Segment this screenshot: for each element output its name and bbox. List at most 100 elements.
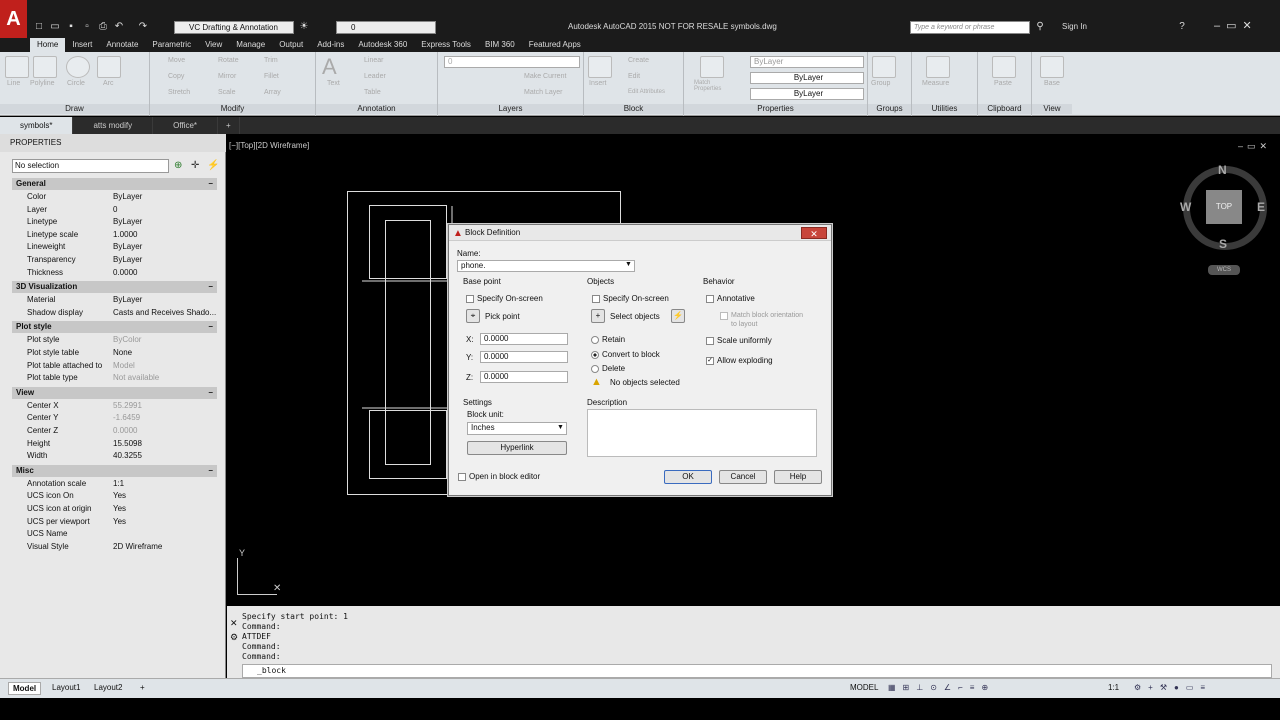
model-space-button[interactable]: MODEL (846, 682, 882, 693)
block-unit-select[interactable]: Inches (467, 422, 567, 435)
property-row[interactable]: UCS Name (12, 528, 217, 540)
match-properties-icon[interactable] (700, 56, 724, 78)
annotation-scale[interactable]: 1:1 (1104, 682, 1123, 693)
group-button[interactable]: Group (871, 80, 890, 87)
viewport-controls-label[interactable]: [−][Top][2D Wireframe] (229, 141, 309, 150)
search-input[interactable]: Type a keyword or phrase (910, 21, 1030, 34)
modify-panel-title[interactable]: Modify (150, 104, 315, 114)
dialog-close-button[interactable]: ✕ (801, 227, 827, 239)
new-file-icon[interactable]: □ (33, 21, 45, 33)
measure-button[interactable]: Measure (922, 80, 949, 87)
scale-uniformly-checkbox[interactable] (706, 337, 714, 345)
objects-specify-on-screen-checkbox[interactable] (592, 295, 600, 303)
circle-button[interactable]: Circle (67, 80, 85, 87)
property-row[interactable]: Height 15.5098 (12, 438, 217, 450)
property-row[interactable]: Annotation scale 1:1 (12, 478, 217, 490)
property-row[interactable]: Visual Style 2D Wireframe (12, 541, 217, 553)
compass-south[interactable]: S (1219, 237, 1227, 251)
ok-button[interactable]: OK (664, 470, 712, 484)
block-name-input[interactable]: phone. (457, 260, 635, 272)
tab-annotate[interactable]: Annotate (99, 38, 145, 52)
move-button[interactable]: Move (168, 57, 185, 64)
collapse-icon[interactable]: – (209, 178, 213, 190)
properties-section-header[interactable]: General – (12, 178, 217, 190)
tab-view[interactable]: View (198, 38, 229, 52)
text-icon[interactable]: A (322, 56, 346, 78)
polyline-icon[interactable] (33, 56, 57, 78)
window-controls[interactable]: –▭✕ (1214, 19, 1258, 32)
tab-express-tools[interactable]: Express Tools (414, 38, 478, 52)
block-unit-dropdown-arrow-icon[interactable]: ▼ (557, 424, 564, 431)
hyperlink-button[interactable]: Hyperlink (467, 441, 567, 455)
edit-attributes-button[interactable]: Edit Attributes (628, 89, 665, 95)
layer-dropdown[interactable]: 0 (444, 56, 580, 68)
arc-button[interactable]: Arc (103, 80, 114, 87)
properties-section-header[interactable]: 3D Visualization – (12, 281, 217, 294)
property-row[interactable]: Thickness 0.0000 (12, 267, 217, 279)
property-row[interactable]: Center Y -1.6459 (12, 412, 217, 424)
property-row[interactable]: UCS icon On Yes (12, 490, 217, 502)
arc-icon[interactable] (97, 56, 121, 78)
binoculars-icon[interactable]: ⚲ (1034, 21, 1046, 33)
match-properties-button[interactable]: Match Properties (694, 80, 734, 92)
property-row[interactable]: Material ByLayer (12, 294, 217, 306)
allow-exploding-checkbox[interactable]: ✓ (706, 357, 714, 365)
group-icon[interactable] (872, 56, 896, 78)
utilities-panel-title[interactable]: Utilities (912, 104, 977, 114)
paste-icon[interactable] (992, 56, 1016, 78)
properties-section-header[interactable]: View – (12, 386, 217, 399)
circle-icon[interactable] (66, 56, 90, 78)
file-tab-symbols[interactable]: symbols* (0, 117, 74, 134)
polyline-button[interactable]: Polyline (30, 80, 55, 87)
make-current-button[interactable]: Make Current (524, 73, 566, 80)
annotation-panel-title[interactable]: Annotation (316, 104, 437, 114)
base-z-input[interactable]: 0.0000 (480, 371, 568, 383)
workspace-select[interactable]: VC Drafting & Annotation (174, 21, 294, 34)
leader-button[interactable]: Leader (364, 73, 386, 80)
property-row[interactable]: Plot style table None (12, 347, 217, 359)
rotate-button[interactable]: Rotate (218, 57, 239, 64)
layout2-tab[interactable]: Layout2 (90, 682, 126, 693)
groups-panel-title[interactable]: Groups (868, 104, 911, 114)
select-objects-button[interactable]: + (591, 309, 605, 323)
status-right-icons[interactable]: ⚙+⚒●▭≡ (1130, 682, 1216, 693)
paste-button[interactable]: Paste (994, 80, 1012, 87)
draw-panel-title[interactable]: Draw (0, 104, 149, 114)
stretch-button[interactable]: Stretch (168, 89, 190, 96)
insert-icon[interactable] (588, 56, 612, 78)
pick-point-button[interactable]: ⌖ (466, 309, 480, 323)
plot-icon[interactable]: ⎙ (97, 21, 109, 33)
property-row[interactable]: Linetype ByLayer (12, 216, 217, 228)
command-settings-icon[interactable]: ⚙ (230, 632, 238, 643)
application-menu-button[interactable]: A (0, 0, 27, 38)
viewcube-top-face[interactable]: TOP (1206, 190, 1242, 224)
insert-button[interactable]: Insert (589, 80, 607, 87)
trim-button[interactable]: Trim (264, 57, 278, 64)
linear-button[interactable]: Linear (364, 57, 383, 64)
properties-section-header[interactable]: Misc – (12, 464, 217, 477)
collapse-icon[interactable]: – (209, 387, 213, 399)
tab-parametric[interactable]: Parametric (145, 38, 198, 52)
properties-section-header[interactable]: Plot style – (12, 321, 217, 334)
view-panel-title[interactable]: View (1032, 104, 1072, 114)
collapse-icon[interactable]: – (209, 321, 213, 333)
array-button[interactable]: Array (264, 89, 281, 96)
file-tab-office[interactable]: Office* (153, 117, 219, 134)
save-as-icon[interactable]: ▫ (81, 21, 93, 33)
scale-button[interactable]: Scale (218, 89, 236, 96)
match-orientation-checkbox[interactable] (720, 312, 728, 320)
retain-radio[interactable] (591, 336, 599, 344)
match-layer-button[interactable]: Match Layer (524, 89, 563, 96)
base-x-input[interactable]: 0.0000 (480, 333, 568, 345)
property-row[interactable]: Layer 0 (12, 204, 217, 216)
property-row[interactable]: Width 40.3255 (12, 450, 217, 462)
edit-button[interactable]: Edit (628, 73, 640, 80)
property-row[interactable]: Transparency ByLayer (12, 254, 217, 266)
property-row[interactable]: Linetype scale 1.0000 (12, 229, 217, 241)
quick-select-button[interactable]: ⚡ (671, 309, 685, 323)
property-row[interactable]: Center Z 0.0000 (12, 425, 217, 437)
save-icon[interactable]: ▪ (65, 21, 77, 33)
compass-west[interactable]: W (1180, 200, 1191, 214)
convert-to-block-radio[interactable] (591, 351, 599, 359)
open-in-block-editor-checkbox[interactable] (458, 473, 466, 481)
